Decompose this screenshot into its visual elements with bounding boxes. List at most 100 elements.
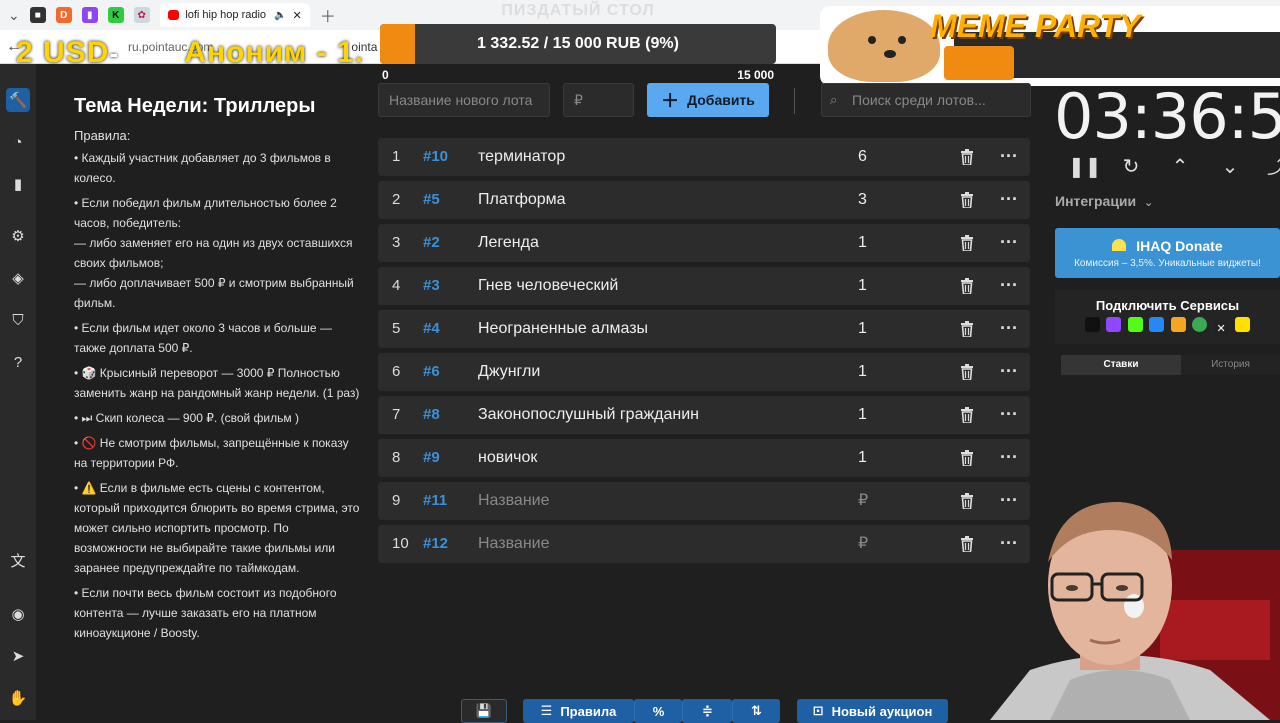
donationalerts-icon[interactable] bbox=[1084, 317, 1100, 332]
lot-row[interactable]: 1 #10 терминатор 6 ··· bbox=[378, 138, 1030, 176]
lot-name[interactable]: Платформа bbox=[478, 181, 566, 219]
trash-icon[interactable] bbox=[960, 235, 974, 251]
tab-favicon[interactable]: ■ bbox=[29, 7, 46, 23]
lot-name[interactable]: Джунгли bbox=[478, 353, 540, 391]
lot-row[interactable]: 3 #2 Легенда 1 ··· bbox=[378, 224, 1030, 262]
add-button[interactable]: ＋ Добавить bbox=[647, 83, 769, 117]
search-input[interactable]: ⌕ Поиск среди лотов... bbox=[821, 83, 1031, 117]
fast-forward-icon[interactable]: ⤴ bbox=[1264, 154, 1280, 180]
tab-favicon[interactable]: ✿ bbox=[133, 7, 150, 23]
lot-id: #4 bbox=[423, 320, 440, 337]
link-icon[interactable] bbox=[1192, 317, 1208, 332]
lot-name[interactable]: новичок bbox=[478, 439, 537, 477]
tab-history[interactable]: История bbox=[1181, 355, 1280, 375]
lot-row[interactable]: 8 #9 новичок 1 ··· bbox=[378, 439, 1030, 477]
lot-amount[interactable]: 1 bbox=[858, 353, 867, 391]
lot-row[interactable]: 9 #11 Название ₽ ··· bbox=[378, 482, 1030, 520]
bets-tabs: Ставки История bbox=[1061, 355, 1280, 375]
tab-favicon[interactable]: D bbox=[55, 7, 72, 23]
lot-amount[interactable]: 3 bbox=[858, 181, 867, 219]
help-icon[interactable]: ? bbox=[6, 350, 30, 374]
more-options-icon[interactable]: ··· bbox=[1000, 439, 1018, 475]
lot-name[interactable]: Легенда bbox=[478, 224, 539, 262]
tab-favicon[interactable]: K bbox=[107, 7, 124, 23]
gear-icon[interactable]: ⚙ bbox=[6, 224, 30, 248]
donate-hand-icon[interactable]: ✋ bbox=[6, 686, 30, 710]
chevron-up-icon[interactable]: ⌃ bbox=[1167, 154, 1193, 180]
pause-icon[interactable]: ❚❚ bbox=[1068, 154, 1102, 180]
wheel-icon[interactable]: ◔ bbox=[6, 130, 30, 154]
lot-amount[interactable]: ₽ bbox=[858, 525, 868, 563]
github-icon[interactable]: ◉ bbox=[6, 602, 30, 626]
sort-icon[interactable]: ⇅ bbox=[732, 699, 780, 723]
more-options-icon[interactable]: ··· bbox=[1000, 181, 1018, 217]
more-options-icon[interactable]: ··· bbox=[1000, 353, 1018, 389]
rules-button[interactable]: ☰ Правила bbox=[523, 699, 634, 723]
lot-row[interactable]: 7 #8 Законопослушный гражданин 1 ··· bbox=[378, 396, 1030, 434]
lot-row[interactable]: 4 #3 Гнев человеческий 1 ··· bbox=[378, 267, 1030, 305]
tab-bets[interactable]: Ставки bbox=[1061, 355, 1181, 375]
reset-icon[interactable]: ↻ bbox=[1118, 154, 1144, 180]
lot-amount[interactable]: 1 bbox=[858, 396, 867, 434]
trash-icon[interactable] bbox=[960, 450, 974, 466]
integrations-dropdown[interactable]: Интеграции ⌄ bbox=[1055, 193, 1153, 209]
lot-amount[interactable]: 1 bbox=[858, 439, 867, 477]
lot-row[interactable]: 10 #12 Название ₽ ··· bbox=[378, 525, 1030, 563]
plugin-icon[interactable] bbox=[1235, 317, 1251, 332]
split-icon[interactable]: ≑ bbox=[682, 699, 732, 723]
goal-widget: ПИЗДАТЫЙ СТОЛ 1 332.52 / 15 000 RUB (9%)… bbox=[380, 0, 776, 86]
trash-icon[interactable] bbox=[960, 407, 974, 423]
tab-favicon[interactable]: ▮ bbox=[81, 7, 98, 23]
more-options-icon[interactable]: ··· bbox=[1000, 310, 1018, 346]
kick-icon[interactable] bbox=[1127, 317, 1143, 332]
more-options-icon[interactable]: ··· bbox=[1000, 267, 1018, 303]
chevron-left-icon[interactable]: ⌄ bbox=[8, 7, 20, 24]
trash-icon[interactable] bbox=[960, 536, 974, 552]
save-icon[interactable]: 💾 bbox=[461, 699, 507, 723]
lot-name[interactable]: Название bbox=[478, 525, 550, 563]
lot-name[interactable]: Неограненные алмазы bbox=[478, 310, 648, 348]
more-options-icon[interactable]: ··· bbox=[1000, 224, 1018, 260]
trash-icon[interactable] bbox=[960, 321, 974, 337]
chevron-down-icon[interactable]: ⌄ bbox=[1217, 154, 1243, 180]
lot-amount[interactable]: 1 bbox=[858, 310, 867, 348]
new-tab-icon[interactable]: ＋ bbox=[320, 3, 336, 27]
trash-icon[interactable] bbox=[960, 192, 974, 208]
more-options-icon[interactable]: ··· bbox=[1000, 138, 1018, 174]
telegram-icon[interactable]: ➤ bbox=[6, 644, 30, 668]
translate-icon[interactable]: 文 bbox=[6, 548, 30, 572]
trash-icon[interactable] bbox=[960, 149, 974, 165]
new-auction-button[interactable]: ⊡ Новый аукцион bbox=[797, 699, 948, 723]
shield-icon[interactable]: ⛉ bbox=[6, 308, 30, 332]
lot-row[interactable]: 5 #4 Неограненные алмазы 1 ··· bbox=[378, 310, 1030, 348]
auction-hammer-icon[interactable]: 🔨 bbox=[6, 88, 30, 112]
x-icon[interactable]: ✕ bbox=[1213, 322, 1229, 337]
meme-party-banner: MEME PARTY bbox=[820, 6, 1280, 86]
twitch-icon[interactable] bbox=[1106, 317, 1122, 332]
stats-icon[interactable]: ▮ bbox=[6, 172, 30, 196]
more-options-icon[interactable]: ··· bbox=[1000, 396, 1018, 432]
vk-icon[interactable] bbox=[1149, 317, 1165, 332]
lot-name[interactable]: Название bbox=[478, 482, 550, 520]
trash-icon[interactable] bbox=[960, 493, 974, 509]
lot-row[interactable]: 6 #6 Джунгли 1 ··· bbox=[378, 353, 1030, 391]
lot-name[interactable]: Гнев человеческий bbox=[478, 267, 618, 305]
trash-icon[interactable] bbox=[960, 364, 974, 380]
youtube-icon bbox=[167, 10, 180, 20]
percent-icon[interactable]: % bbox=[634, 699, 682, 723]
lot-row[interactable]: 2 #5 Платформа 3 ··· bbox=[378, 181, 1030, 219]
donate-integration-card[interactable]: IHAQ Donate Комиссия – 3,5%. Уникальные … bbox=[1055, 228, 1280, 278]
lot-name[interactable]: терминатор bbox=[478, 138, 565, 176]
trash-icon[interactable] bbox=[960, 278, 974, 294]
close-icon[interactable]: ✕ bbox=[293, 9, 302, 22]
lot-amount[interactable]: 6 bbox=[858, 138, 867, 176]
active-tab[interactable]: lofi hip hop radio – b 🔈 ✕ bbox=[159, 3, 310, 27]
layers-icon[interactable]: ◈ bbox=[6, 266, 30, 290]
lot-amount[interactable]: 1 bbox=[858, 224, 867, 262]
boosty-icon[interactable] bbox=[1170, 317, 1186, 332]
lot-name-input[interactable]: Название нового лота bbox=[378, 83, 550, 117]
lot-name[interactable]: Законопослушный гражданин bbox=[478, 396, 699, 434]
lot-amount-input[interactable]: ₽ bbox=[563, 83, 634, 117]
lot-amount[interactable]: ₽ bbox=[858, 482, 868, 520]
lot-amount[interactable]: 1 bbox=[858, 267, 867, 305]
